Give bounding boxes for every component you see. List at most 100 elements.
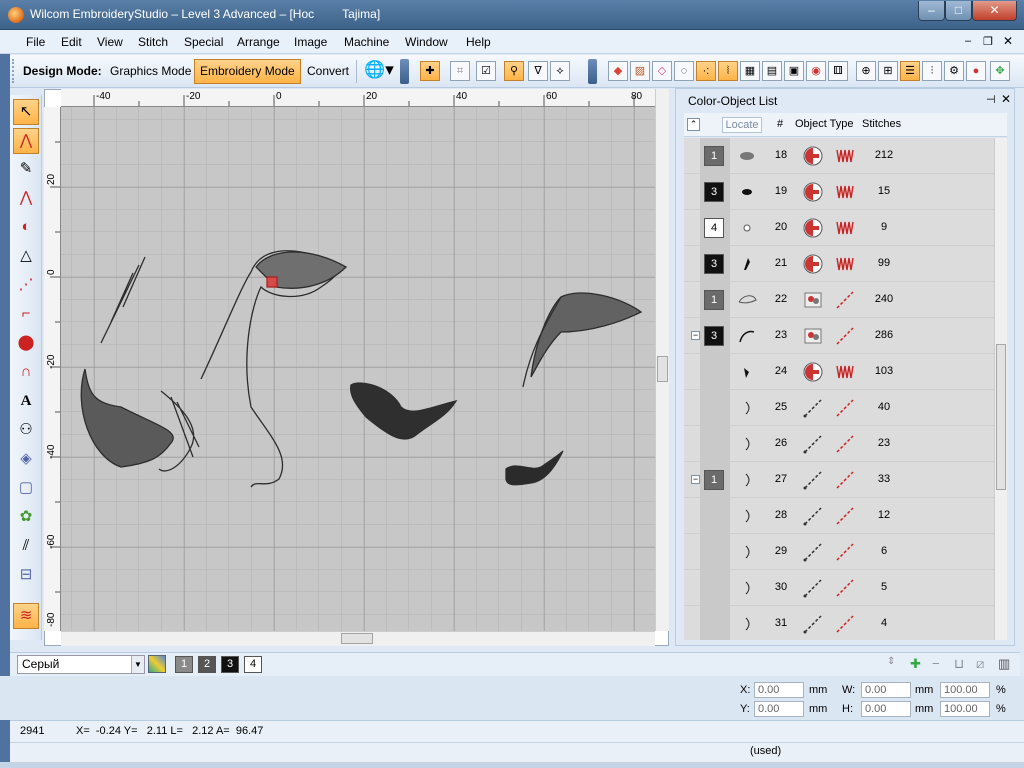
palette-grid-icon[interactable] (148, 655, 166, 673)
thread-color-chip[interactable]: 3 (704, 182, 724, 202)
pen-tool-icon[interactable]: ✎ (13, 157, 39, 183)
collapse-group-icon[interactable]: − (691, 475, 700, 484)
menu-window[interactable]: Window (405, 35, 448, 49)
scroll-thumb[interactable] (341, 633, 373, 644)
select-stitches-icon[interactable]: ⋀ (13, 128, 39, 154)
circle-tool-icon[interactable]: ⬤ (13, 331, 39, 357)
document-minimize-button[interactable]: – (965, 35, 971, 47)
list-item[interactable]: 3 19 15 (684, 174, 994, 210)
document-close-button[interactable]: ✕ (1003, 34, 1013, 48)
list-item[interactable]: 28 12 (684, 498, 994, 534)
collapse-all-icon[interactable]: ⌃ (687, 118, 700, 131)
menu-file[interactable]: File (26, 35, 45, 49)
palette-color-1[interactable]: 1 (175, 656, 193, 673)
arrange-icon[interactable]: ⊕ (856, 61, 876, 81)
menu-machine[interactable]: Machine (344, 35, 389, 49)
fill-outline-icon[interactable]: ◇ (652, 61, 672, 81)
thread-color-chip[interactable]: 4 (704, 218, 724, 238)
offset-icon[interactable]: ▢ (13, 476, 39, 502)
color-wizard-icon[interactable]: ≋ (13, 603, 39, 629)
graphics-mode-button[interactable]: Graphics Mode (104, 59, 197, 84)
globe-icon[interactable]: 🌐▾ (364, 61, 394, 81)
reshape-icon[interactable]: ⟡ (550, 61, 570, 81)
remove-color-icon[interactable]: − (932, 656, 940, 671)
palette-list-icon[interactable]: ▥ (998, 656, 1010, 672)
menu-image[interactable]: Image (294, 35, 327, 49)
color-object-list-icon[interactable]: ☰ (900, 61, 920, 81)
palette-color-4[interactable]: 4 (244, 656, 262, 673)
canvas-vertical-scrollbar[interactable] (655, 89, 669, 631)
close-button[interactable]: ✕ (972, 1, 1017, 21)
column-number[interactable]: # (777, 118, 783, 130)
stitch-player-icon[interactable]: ⚙ (944, 61, 964, 81)
thread-color-chip[interactable]: 1 (704, 290, 724, 310)
split-icon[interactable]: ⊟ (13, 563, 39, 589)
show-objects-icon[interactable]: ⦚ (718, 61, 738, 81)
needle-points-icon[interactable]: ⚲ (504, 61, 524, 81)
pin-icon[interactable]: ⊣ (986, 93, 996, 106)
y-field[interactable]: 0.00 (754, 701, 804, 717)
thread-color-chip[interactable]: 1 (704, 146, 724, 166)
complex-fill-icon[interactable]: ◐ (13, 215, 39, 241)
tatami-fill-icon[interactable]: ▨ (630, 61, 650, 81)
satin-fill-icon[interactable]: ◆ (608, 61, 628, 81)
toolbar-handle[interactable] (400, 59, 409, 84)
select-object-icon[interactable]: ↖ (13, 99, 39, 125)
show-hoop-icon[interactable]: ✚ (420, 61, 440, 81)
align-icon[interactable]: ⊞ (878, 61, 898, 81)
toolbar-grip[interactable] (12, 59, 15, 83)
show-grid-icon[interactable]: ▦ (740, 61, 760, 81)
palette-color-2[interactable]: 2 (198, 656, 216, 673)
show-stitches-icon[interactable]: ·: (696, 61, 716, 81)
maximize-button[interactable]: □ (945, 1, 972, 21)
list-item[interactable]: 30 5 (684, 570, 994, 606)
locate-button[interactable]: Locate (722, 117, 762, 133)
list-item[interactable]: 1 22 240 (684, 282, 994, 318)
embroidery-mode-button[interactable]: Embroidery Mode (194, 59, 301, 84)
design-canvas[interactable] (61, 107, 655, 631)
lettering-icon[interactable]: A (13, 389, 39, 415)
scroll-thumb[interactable] (996, 344, 1006, 490)
list-item[interactable]: 1 18 212 (684, 138, 994, 174)
canvas-horizontal-scrollbar[interactable] (61, 631, 655, 646)
width-percent-field[interactable]: 100.00 (940, 682, 990, 698)
artwork-icon[interactable]: ◉ (806, 61, 826, 81)
checkbox-tool-icon[interactable]: ☑ (476, 61, 496, 81)
column-stitches[interactable]: Stitches (862, 118, 901, 130)
list-item[interactable]: 31 4 (684, 606, 994, 640)
thread-color-chip[interactable]: 1 (704, 470, 724, 490)
selected-object-marker[interactable] (266, 276, 278, 288)
thread-color-chip[interactable]: 3 (704, 326, 724, 346)
list-item[interactable]: 25 40 (684, 390, 994, 426)
reshape-node-icon[interactable]: △ (13, 244, 39, 270)
list-item[interactable]: −3 23 286 (684, 318, 994, 354)
scroll-thumb[interactable] (657, 356, 668, 382)
more-tools-icon[interactable]: ✥ (990, 61, 1010, 81)
minimize-button[interactable]: – (918, 1, 945, 21)
document-restore-button[interactable]: ❐ (983, 35, 993, 48)
list-item[interactable]: −1 27 33 (684, 462, 994, 498)
appliqué-icon[interactable]: ⫽ (13, 534, 39, 560)
menu-stitch[interactable]: Stitch (138, 35, 168, 49)
column-object-type[interactable]: Object Type (795, 118, 854, 130)
thread-color-chip[interactable]: 3 (704, 254, 724, 274)
edit-color-icon[interactable]: ⧄ (976, 656, 984, 672)
digitize-input-icon[interactable]: ⌐ (13, 302, 39, 328)
show-hoop-grid-icon[interactable]: ▤ (762, 61, 782, 81)
merge-color-icon[interactable]: ⊔ (954, 656, 964, 672)
run-outline-icon[interactable]: ◌ (674, 61, 694, 81)
spin-arrows-icon[interactable]: ⇕ (887, 656, 895, 667)
width-field[interactable]: 0.00 (861, 682, 911, 698)
sequence-icon[interactable]: ⫶ (922, 61, 942, 81)
collapse-group-icon[interactable]: − (691, 331, 700, 340)
convert-button[interactable]: Convert (301, 59, 355, 84)
height-field[interactable]: 0.00 (861, 701, 911, 717)
monogram-icon[interactable]: ⚇ (13, 418, 39, 444)
show-images-icon[interactable]: ▣ (784, 61, 804, 81)
chevron-down-icon[interactable]: ▼ (131, 656, 144, 673)
filter-icon[interactable]: ∇ (528, 61, 548, 81)
list-item[interactable]: 29 6 (684, 534, 994, 570)
palette-color-3[interactable]: 3 (221, 656, 239, 673)
menu-view[interactable]: View (97, 35, 123, 49)
add-color-icon[interactable]: ✚ (910, 656, 921, 672)
